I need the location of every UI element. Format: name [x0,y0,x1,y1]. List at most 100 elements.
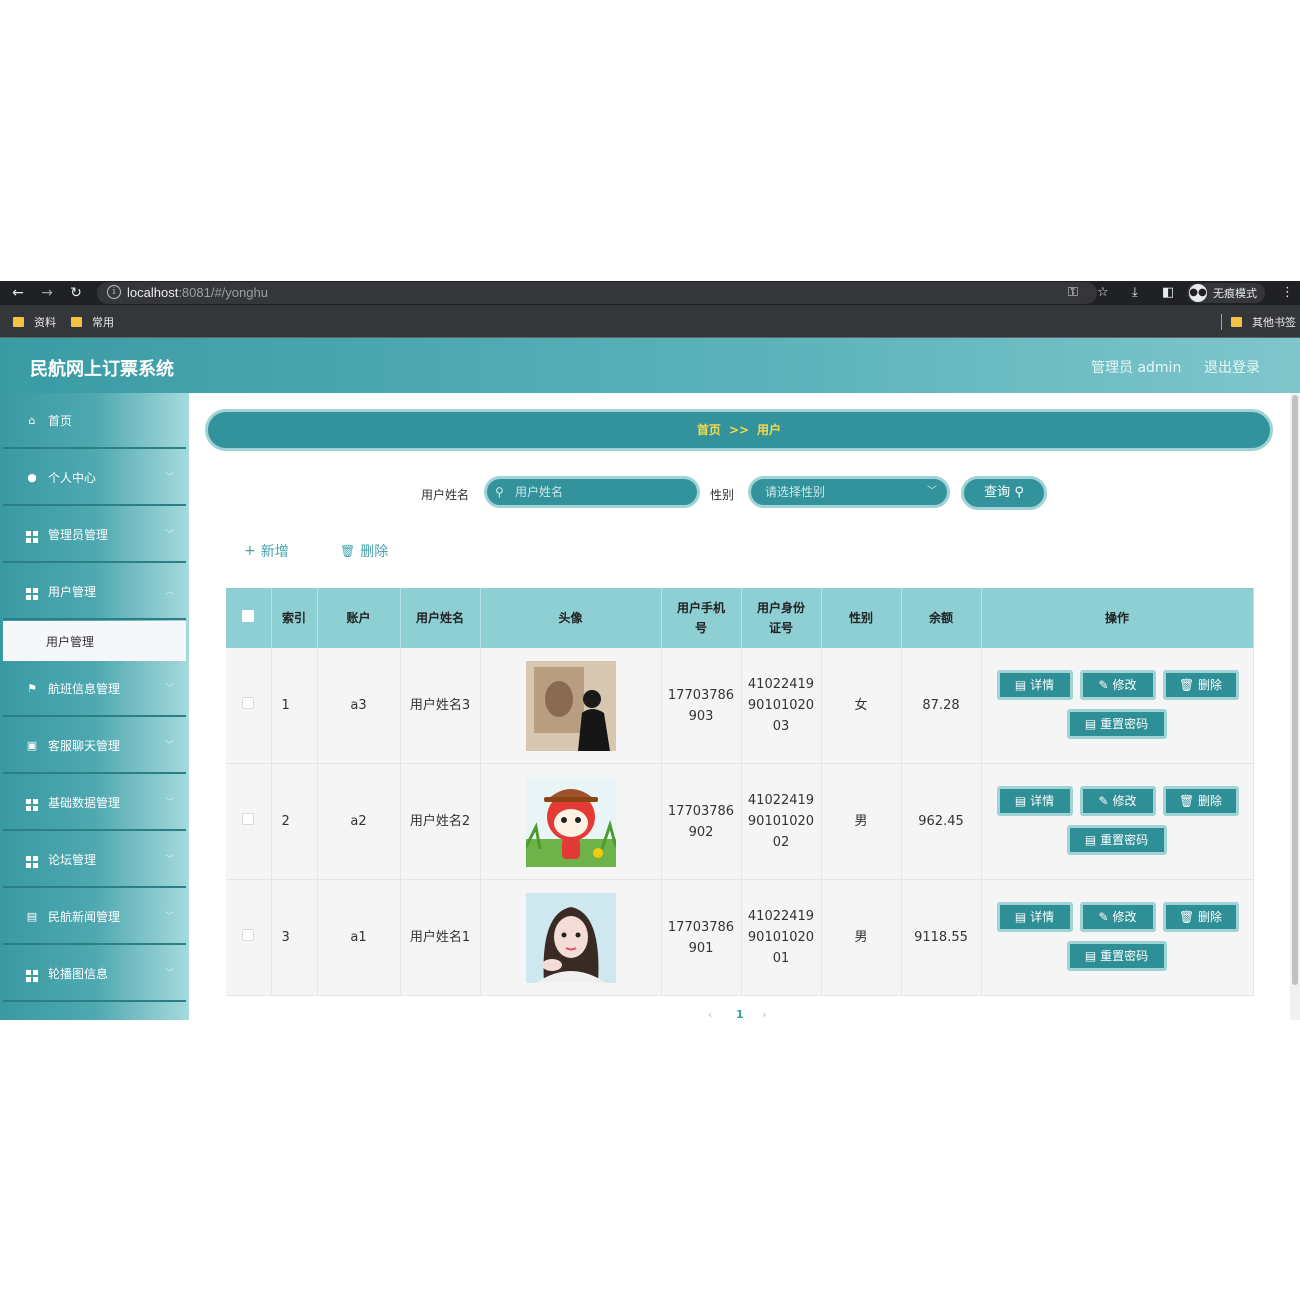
delete-button[interactable]: 🗑 删除 [1162,902,1239,932]
reset-password-button[interactable]: ▤ 重置密码 [1066,709,1167,739]
prev-page-button[interactable]: ‹ [708,1008,712,1020]
column-header-index: 索引 [271,588,318,648]
sidebar-item-news[interactable]: ▤ 民航新闻管理 ﹀ [3,889,186,945]
chevron-down-icon: ﹀ [164,741,174,751]
edit-button[interactable]: ✎ 修改 [1079,786,1156,816]
sidebar-item-users[interactable]: 用户管理 ︿ [3,564,186,620]
bookmark-folder-other[interactable]: 其他书签 [1231,314,1296,330]
sidebar-item-carousel[interactable]: 轮播图信息 ﹀ [3,946,186,1002]
bookmark-folder-changyong[interactable]: 常用 [71,314,114,330]
user-table: 索引 账户 用户姓名 头像 用户手机号 用户身份证号 性别 余额 操作 1 a3… [226,588,1254,996]
row-checkbox[interactable] [242,813,255,825]
trash-icon: 🗑 [340,544,356,558]
pencil-icon: ✎ [1098,678,1109,692]
detail-button[interactable]: ▤ 详情 [996,670,1073,700]
row-select-cell[interactable] [226,648,272,764]
bulk-delete-button[interactable]: 🗑 删除 [340,541,388,561]
actions-cell: ▤ 详情 ✎ 修改 🗑 删除 ▤ 重置密码 [981,879,1254,996]
edit-button[interactable]: ✎ 修改 [1079,902,1156,932]
page-scrollbar[interactable] [1290,393,1300,1020]
reload-icon[interactable]: ↻ [67,284,85,302]
chevron-down-icon: ﹀ [164,969,174,979]
index-cell: 2 [271,763,318,880]
breadcrumb-home[interactable]: 首页 [697,423,721,437]
incognito-label: 无痕模式 [1213,287,1257,300]
admin-user-label[interactable]: 管理员 admin [1091,357,1181,377]
breadcrumb-separator: >> [728,423,750,437]
sidebar-item-forum[interactable]: 论坛管理 ﹀ [3,832,186,888]
sidebar-item-chat[interactable]: ▣ 客服聊天管理 ﹀ [3,718,186,774]
search-icon: ⚲ [495,485,504,499]
grid-icon [26,526,38,543]
sidebar-item-basedata[interactable]: 基础数据管理 ﹀ [3,775,186,831]
edit-button[interactable]: ✎ 修改 [1079,670,1156,700]
column-header-actions: 操作 [981,588,1254,648]
delete-button[interactable]: 🗑 删除 [1162,670,1239,700]
next-page-button[interactable]: › [762,1008,766,1020]
download-icon[interactable]: ⤓ [1132,284,1138,302]
bookmark-folder-ziliao[interactable]: 资料 [13,314,56,330]
sidebar-item-admins[interactable]: 管理员管理 ﹀ [3,507,186,563]
app-title: 民航网上订票系统 [30,359,174,380]
row-checkbox[interactable] [242,929,255,941]
folder-icon [71,317,82,327]
browser-toolbar: ← → ↻ i localhost:8081/#/yonghu ⚿ ☆ ⤓ ◧ … [0,281,1300,305]
grid-icon [26,965,38,982]
grid-icon [26,851,38,868]
chevron-down-icon: ﹀ [927,486,937,497]
chevron-down-icon: ﹀ [164,912,174,922]
sidebar-item-home[interactable]: ⌂ 首页 [3,393,186,449]
key-icon[interactable]: ⚿ [1068,284,1078,302]
forward-icon[interactable]: → [38,284,56,302]
logout-link[interactable]: 退出登录 [1204,357,1260,377]
name-search-input[interactable]: ⚲ 用户姓名 [484,476,700,508]
detail-button[interactable]: ▤ 详情 [996,786,1073,816]
page-number-1[interactable]: 1 [736,1008,744,1020]
avatar-image [525,892,616,983]
address-bar[interactable]: i localhost:8081/#/yonghu [97,282,1097,304]
screenshot: ← → ↻ i localhost:8081/#/yonghu ⚿ ☆ ⤓ ◧ … [0,281,1300,1020]
sidepanel-icon[interactable]: ◧ [1162,284,1174,302]
query-button[interactable]: 查询 ⚲ [961,476,1047,510]
phone-cell: 17703786 902 [661,763,742,880]
avatar-image [525,660,616,751]
document-icon: ▤ [1084,833,1097,847]
chevron-down-icon: ﹀ [164,684,174,694]
select-all-checkbox[interactable] [242,610,255,622]
table-row: 1 a3 用户姓名3 17703786 903 41022419 90101020 0… [226,648,1254,764]
back-icon[interactable]: ← [9,284,27,302]
sidebar-subitem-user-management[interactable]: 用户管理 [3,621,186,661]
trash-icon: 🗑 [1178,794,1195,808]
incognito-badge[interactable]: ●● 无痕模式 [1187,283,1265,303]
row-select-cell[interactable] [226,879,272,996]
sidebar-item-flights[interactable]: ⚑ 航班信息管理 ﹀ [3,661,186,717]
delete-button[interactable]: 🗑 删除 [1162,786,1239,816]
detail-button[interactable]: ▤ 详情 [996,902,1073,932]
star-icon[interactable]: ☆ [1097,284,1109,302]
idcard-cell: 41022419 90101020 03 [741,648,822,764]
gender-select[interactable]: 请选择性别 ﹀ [748,476,950,508]
grid-icon [26,794,38,811]
sidebar-item-profile[interactable]: ● 个人中心 ﹀ [3,450,186,506]
document-icon: ▤ [26,909,38,923]
account-cell: a1 [317,879,401,996]
gender-select-placeholder: 请选择性别 [765,485,826,499]
index-cell: 1 [271,648,318,764]
add-button[interactable]: + 新增 [244,541,289,561]
breadcrumb-current: 用户 [757,423,782,437]
column-header-account: 账户 [317,588,401,648]
incognito-icon: ●● [1189,284,1207,302]
reset-password-button[interactable]: ▤ 重置密码 [1066,825,1167,855]
reset-password-button[interactable]: ▤ 重置密码 [1066,941,1167,971]
row-checkbox[interactable] [242,697,255,709]
avatar-image [525,776,616,867]
phone-cell: 17703786 901 [661,879,742,996]
document-icon: ▤ [1014,678,1027,692]
site-info-icon[interactable]: i [107,285,121,299]
name-search-placeholder: 用户姓名 [515,485,564,499]
select-all-cell[interactable] [226,588,272,648]
scrollbar-thumb[interactable] [1292,395,1298,985]
name-cell: 用户姓名1 [400,879,481,996]
row-select-cell[interactable] [226,763,272,880]
menu-dots-icon[interactable]: ⋮ [1281,284,1294,302]
